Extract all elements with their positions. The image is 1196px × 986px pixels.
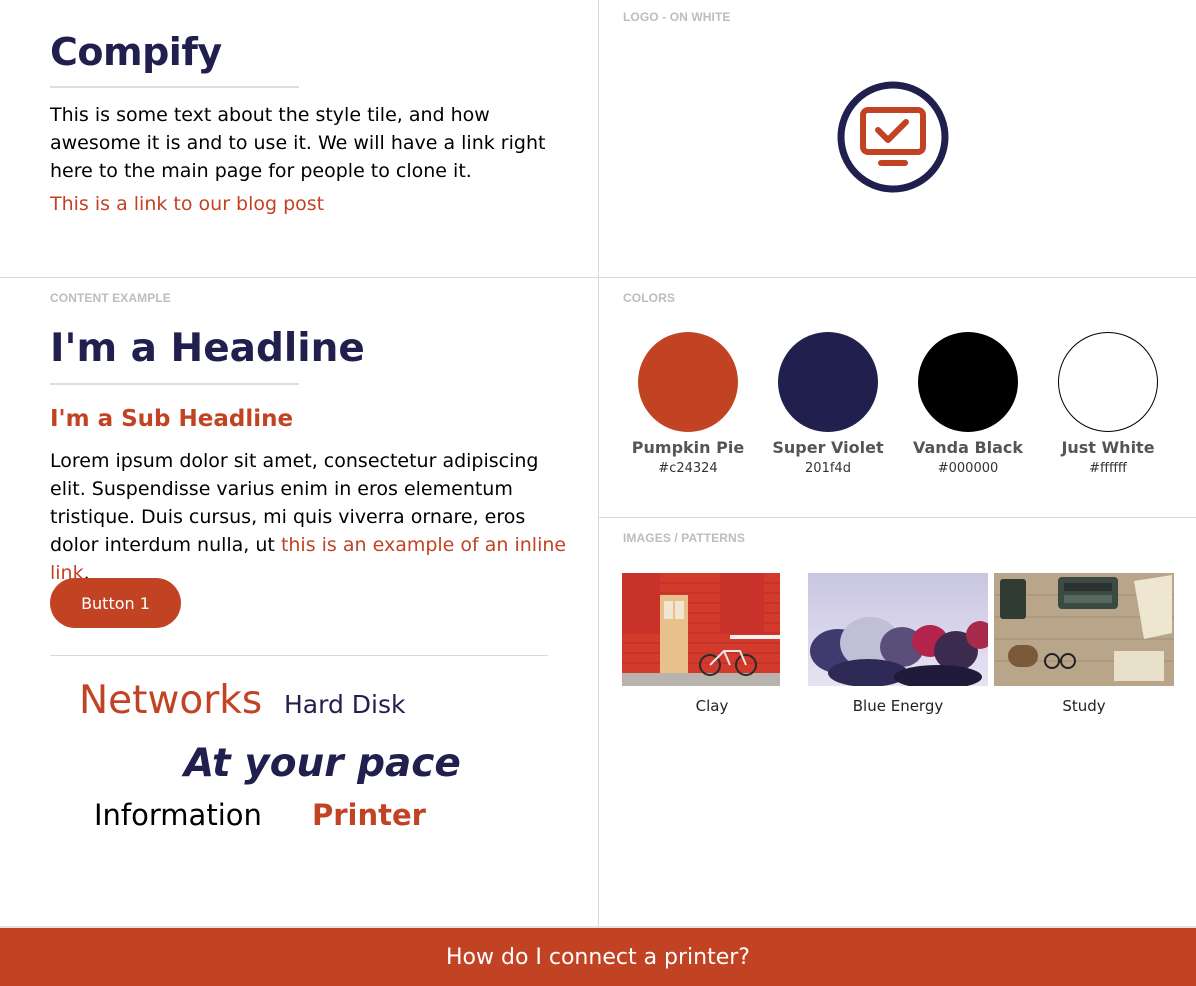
footer-bar[interactable]: How do I connect a printer? — [0, 928, 1196, 986]
swatch-hex: #000000 — [937, 461, 999, 476]
horizontal-divider-left — [0, 277, 598, 278]
image-study — [994, 573, 1174, 686]
image-label-study: Study — [1062, 697, 1106, 715]
swatch-name: Just White — [1061, 438, 1155, 457]
swatch-hex: #c24324 — [658, 461, 718, 476]
word-hard-disk: Hard Disk — [284, 690, 406, 719]
swatch-hex: 201f4d — [805, 461, 851, 476]
swatch-vanda-black — [918, 332, 1018, 432]
swatch-just-white — [1058, 332, 1158, 432]
word-at-your-pace: At your pace — [184, 741, 461, 786]
headline-underline — [50, 383, 299, 385]
logo-section-label: LOGO - ON WHITE — [623, 10, 731, 24]
swatch-name: Pumpkin Pie — [631, 438, 745, 457]
swatch-hex: #ffffff — [1089, 461, 1127, 476]
vertical-divider — [598, 0, 599, 928]
swatch-name: Super Violet — [772, 438, 884, 457]
button-1[interactable]: Button 1 — [50, 578, 181, 628]
body-paragraph: Lorem ipsum dolor sit amet, consectetur … — [50, 447, 570, 587]
brand-underline — [50, 86, 299, 88]
image-label-blue-energy: Blue Energy — [852, 697, 944, 715]
images-patterns-label: IMAGES / PATTERNS — [623, 531, 745, 545]
image-label-clay: Clay — [695, 697, 729, 715]
content-example-label: CONTENT EXAMPLE — [50, 291, 171, 305]
word-networks: Networks — [79, 678, 263, 723]
word-information: Information — [94, 798, 262, 832]
word-printer: Printer — [312, 798, 426, 832]
footer-question[interactable]: How do I connect a printer? — [446, 945, 750, 970]
intro-text: This is some text about the style tile, … — [50, 104, 546, 182]
content-divider — [50, 655, 548, 656]
brand-title: Compify — [50, 30, 222, 74]
swatch-super-violet — [778, 332, 878, 432]
swatch-pumpkin-pie — [638, 332, 738, 432]
image-blue-energy — [808, 573, 988, 686]
image-clay — [622, 573, 780, 686]
sub-headline: I'm a Sub Headline — [50, 406, 294, 432]
colors-label: COLORS — [623, 291, 675, 305]
swatch-name: Vanda Black — [912, 438, 1024, 457]
blog-post-link[interactable]: This is a link to our blog post — [50, 193, 324, 215]
headline: I'm a Headline — [50, 326, 365, 371]
horizontal-divider-right-bottom — [599, 517, 1196, 518]
horizontal-divider-right-top — [599, 277, 1196, 278]
compify-logo-monitor-icon — [837, 81, 949, 193]
